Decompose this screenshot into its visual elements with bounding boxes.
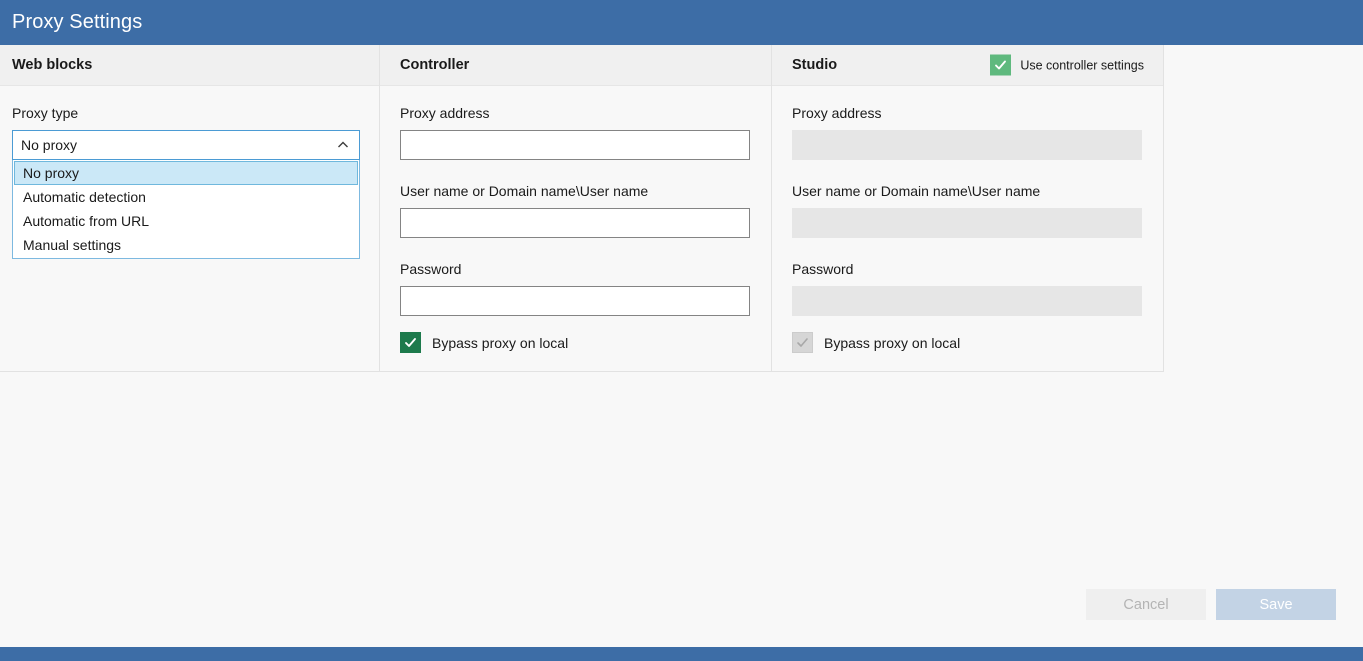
studio-user-name-label: User name or Domain name\User name: [792, 183, 1041, 199]
web-blocks-body: Proxy type No proxy No proxy Automatic d…: [0, 86, 379, 259]
column-header-controller: Controller: [380, 45, 771, 86]
controller-bypass-proxy-checkbox[interactable]: [400, 332, 421, 353]
studio-body: Proxy address User name or Domain name\U…: [772, 86, 1163, 353]
web-blocks-header-label: Web blocks: [12, 57, 93, 73]
column-header-web-blocks: Web blocks: [0, 45, 379, 86]
studio-proxy-address-label: Proxy address: [792, 105, 882, 121]
check-icon: [405, 338, 416, 347]
window-title: Proxy Settings: [12, 11, 143, 33]
use-controller-settings-checkbox[interactable]: [990, 54, 1012, 76]
check-icon: [995, 60, 1007, 70]
proxy-type-combobox-wrapper: No proxy No proxy Automatic detection Au…: [12, 130, 360, 259]
window-title-bar: Proxy Settings: [0, 0, 1363, 45]
proxy-type-option-automatic-from-url[interactable]: Automatic from URL: [14, 209, 358, 233]
studio-password-label: Password: [792, 261, 854, 277]
proxy-type-selected-value: No proxy: [21, 137, 78, 153]
status-bar: [0, 647, 1363, 661]
use-controller-settings-row[interactable]: Use controller settings: [990, 54, 1144, 76]
controller-header-label: Controller: [400, 57, 470, 73]
controller-user-name-input[interactable]: [400, 208, 750, 238]
controller-bypass-proxy-label: Bypass proxy on local: [432, 334, 569, 351]
column-header-studio: Studio Use controller settings: [772, 45, 1163, 86]
studio-user-name-input: [792, 208, 1142, 238]
controller-user-name-label: User name or Domain name\User name: [400, 183, 649, 199]
proxy-type-label: Proxy type: [12, 105, 79, 121]
check-icon: [797, 338, 808, 347]
controller-bypass-proxy-row[interactable]: Bypass proxy on local: [400, 332, 751, 353]
studio-password-input: [792, 286, 1142, 316]
proxy-type-option-manual-settings[interactable]: Manual settings: [14, 233, 358, 257]
column-controller: Controller Proxy address User name or Do…: [380, 45, 772, 371]
studio-bypass-proxy-checkbox: [792, 332, 813, 353]
controller-proxy-address-label: Proxy address: [400, 105, 490, 121]
studio-header-label: Studio: [792, 57, 838, 73]
chevron-up-icon[interactable]: [336, 138, 350, 152]
proxy-settings-panel: Web blocks Proxy type No proxy No proxy …: [0, 45, 1164, 372]
proxy-type-dropdown-list: No proxy Automatic detection Automatic f…: [12, 160, 360, 259]
proxy-type-combobox[interactable]: No proxy: [12, 130, 360, 160]
column-web-blocks: Web blocks Proxy type No proxy No proxy …: [0, 45, 380, 371]
studio-bypass-proxy-row: Bypass proxy on local: [792, 332, 1143, 353]
proxy-type-option-no-proxy[interactable]: No proxy: [14, 161, 358, 185]
proxy-type-option-automatic-detection[interactable]: Automatic detection: [14, 185, 358, 209]
dialog-action-buttons: Cancel Save: [1086, 589, 1336, 620]
use-controller-settings-label: Use controller settings: [1020, 58, 1144, 72]
controller-password-input[interactable]: [400, 286, 750, 316]
studio-proxy-address-input: [792, 130, 1142, 160]
studio-bypass-proxy-label: Bypass proxy on local: [824, 334, 961, 351]
save-button[interactable]: Save: [1216, 589, 1336, 620]
column-studio: Studio Use controller settings Proxy add…: [772, 45, 1163, 371]
controller-proxy-address-input[interactable]: [400, 130, 750, 160]
controller-body: Proxy address User name or Domain name\U…: [380, 86, 771, 353]
cancel-button[interactable]: Cancel: [1086, 589, 1206, 620]
controller-password-label: Password: [400, 261, 462, 277]
